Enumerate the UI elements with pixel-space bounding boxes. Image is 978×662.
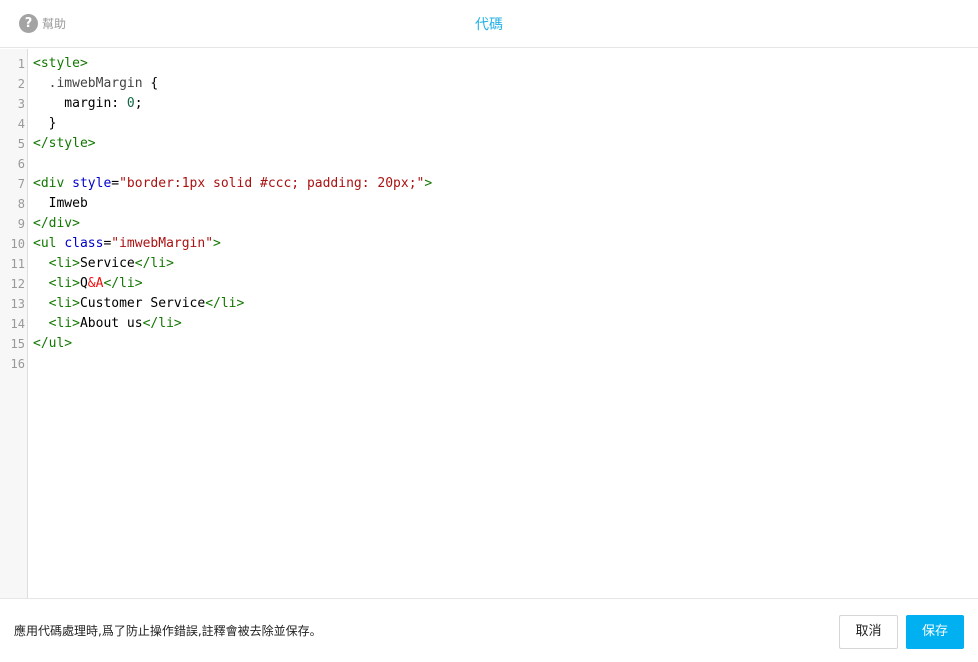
code-line[interactable]: <ul class="imwebMargin"> bbox=[33, 234, 221, 254]
code-line[interactable]: .imwebMargin { bbox=[33, 74, 159, 94]
line-number: 10 bbox=[10, 237, 25, 251]
code-line[interactable]: <div style="border:1px solid #ccc; paddi… bbox=[33, 174, 432, 194]
code-token: Customer Service bbox=[79, 296, 206, 311]
line-number: 7 bbox=[17, 177, 25, 191]
code-token: &A bbox=[87, 276, 104, 291]
line-number: 6 bbox=[17, 157, 25, 171]
code-token: Service bbox=[79, 256, 135, 271]
line-number: 8 bbox=[17, 197, 25, 211]
code-token: </li> bbox=[134, 256, 174, 271]
code-token: <li> bbox=[48, 256, 80, 271]
code-token: <li> bbox=[48, 276, 80, 291]
dialog-footer: 應用代碼處理時,爲了防止操作錯誤,註釋會被去除並保存。 取消 保存 bbox=[0, 598, 978, 662]
line-number: 16 bbox=[10, 357, 25, 371]
code-token: = bbox=[111, 176, 120, 191]
code-token: "imwebMargin" bbox=[111, 236, 214, 251]
code-line[interactable]: margin: 0; bbox=[33, 94, 143, 114]
line-number-gutter: 1 2 3 4 5 6 7 8 9 10 11 12 13 14 15 16 bbox=[0, 49, 28, 598]
dialog-header: ? 幫助 代碼 bbox=[0, 0, 978, 48]
line-number: 9 bbox=[17, 217, 25, 231]
code-token: Imweb bbox=[33, 196, 88, 211]
line-number: 14 bbox=[10, 317, 25, 331]
code-token: } bbox=[33, 116, 57, 131]
line-number: 5 bbox=[17, 137, 25, 151]
line-number: 12 bbox=[10, 277, 25, 291]
code-line[interactable]: </style> bbox=[33, 134, 96, 154]
code-token: <li> bbox=[48, 296, 80, 311]
code-line[interactable]: </div> bbox=[33, 214, 80, 234]
code-token: > bbox=[424, 176, 433, 191]
line-number: 11 bbox=[10, 257, 25, 271]
comment-removal-notice: 應用代碼處理時,爲了防止操作錯誤,註釋會被去除並保存。 bbox=[14, 624, 322, 638]
code-token: { bbox=[150, 76, 159, 91]
line-number: 4 bbox=[17, 117, 25, 131]
code-token: > bbox=[213, 236, 221, 251]
code-line[interactable]: <li>Customer Service</li> bbox=[33, 294, 245, 314]
code-token: "border:1px solid #ccc; padding: 20px;" bbox=[119, 176, 425, 191]
code-line[interactable]: <style> bbox=[33, 54, 88, 74]
line-number: 13 bbox=[10, 297, 25, 311]
code-line[interactable]: Imweb bbox=[33, 194, 88, 214]
dialog-title: 代碼 bbox=[475, 17, 503, 33]
code-editor[interactable]: 1 2 3 4 5 6 7 8 9 10 11 12 13 14 15 16 <style> .imwebMa… bbox=[0, 49, 978, 598]
code-token: 0 bbox=[126, 96, 135, 111]
code-token: class bbox=[64, 236, 104, 251]
code-token: </li> bbox=[103, 276, 143, 291]
code-token: <style> bbox=[33, 56, 88, 71]
code-token: margin: bbox=[33, 96, 127, 111]
code-token: About us bbox=[79, 316, 143, 331]
code-token: Q bbox=[79, 276, 88, 291]
code-line[interactable]: <li>Q&A</li> bbox=[33, 274, 143, 294]
code-token: <li> bbox=[48, 316, 80, 331]
code-token: </ul> bbox=[33, 336, 73, 351]
code-token: </style> bbox=[33, 136, 96, 151]
code-token: ; bbox=[134, 96, 143, 111]
line-number: 2 bbox=[17, 77, 25, 91]
code-token: <div bbox=[33, 176, 73, 191]
save-button[interactable]: 保存 bbox=[906, 615, 964, 649]
cancel-button[interactable]: 取消 bbox=[839, 615, 898, 649]
code-line[interactable]: </ul> bbox=[33, 334, 72, 354]
code-token: </div> bbox=[33, 216, 80, 231]
code-line[interactable]: <li>About us</li> bbox=[33, 314, 182, 334]
code-token: </li> bbox=[142, 316, 182, 331]
code-line[interactable]: } bbox=[33, 114, 57, 134]
line-number: 1 bbox=[17, 57, 25, 71]
code-token: </li> bbox=[205, 296, 245, 311]
code-line[interactable]: <li>Service</li> bbox=[33, 254, 174, 274]
line-number: 3 bbox=[17, 97, 25, 111]
code-token: <ul bbox=[33, 236, 65, 251]
code-token: style bbox=[72, 176, 112, 191]
line-number: 15 bbox=[10, 337, 25, 351]
code-token: .imwebMargin bbox=[33, 76, 151, 91]
